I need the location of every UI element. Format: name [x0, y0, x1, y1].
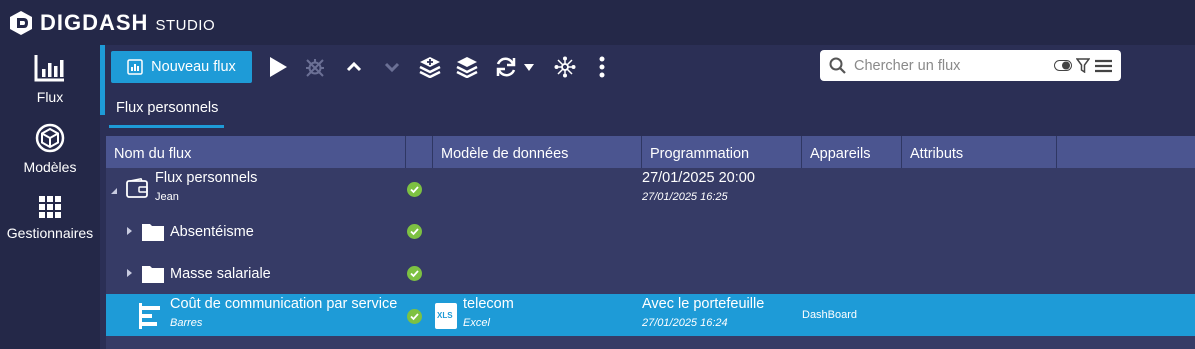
tab-active-indicator [109, 125, 224, 128]
folder-icon [142, 266, 164, 283]
column-header-schedule[interactable]: Programmation [642, 136, 802, 168]
chevron-up-icon[interactable] [342, 55, 366, 79]
nav-label-gestionnaires: Gestionnaires [6, 225, 94, 241]
menu-icon[interactable] [1095, 59, 1112, 73]
status-ok-icon [407, 309, 422, 324]
toolbar: Nouveau flux [106, 45, 1195, 90]
column-header-status[interactable] [406, 136, 433, 168]
refresh-icon[interactable] [494, 55, 518, 79]
search-icon [829, 57, 846, 74]
nav-item-flux[interactable]: Flux [0, 53, 100, 105]
new-flow-button[interactable]: Nouveau flux [111, 51, 252, 83]
flow-grid: Flux personnels Jean 27/01/2025 20:00 27… [106, 168, 1195, 349]
toggle-icon[interactable] [1054, 60, 1072, 71]
nav-item-gestionnaires[interactable]: Gestionnaires [0, 195, 100, 241]
row-schedule-date: 27/01/2025 16:24 [642, 317, 728, 329]
wallet-icon [126, 178, 148, 198]
chevron-down-icon[interactable] [380, 55, 404, 79]
bar-chart-horizontal-icon [139, 303, 160, 329]
grid-header: Nom du flux Modèle de données Programmat… [106, 136, 1195, 168]
search-input[interactable] [854, 56, 1044, 76]
network-icon[interactable] [553, 55, 577, 79]
nav-item-modeles[interactable]: Modèles [0, 123, 100, 175]
column-header-attributes[interactable]: Attributs [902, 136, 1057, 168]
more-vertical-icon[interactable] [590, 55, 614, 79]
collapsed-caret-icon[interactable] [127, 269, 132, 277]
bug-icon[interactable] [303, 55, 327, 79]
new-flow-label: Nouveau flux [151, 59, 236, 75]
status-ok-icon [407, 266, 422, 281]
left-nav: Flux Modèles Gestionnaires [0, 45, 100, 349]
table-row[interactable]: Flux personnels Jean 27/01/2025 20:00 27… [106, 168, 1195, 210]
bar-chart-icon [34, 55, 64, 82]
row-subtitle: Jean [155, 191, 179, 203]
layers-icon[interactable] [455, 55, 479, 79]
table-row[interactable]: Masse salariale [106, 252, 1195, 294]
column-header-name[interactable]: Nom du flux [106, 136, 406, 168]
table-row[interactable]: Absentéisme [106, 210, 1195, 252]
nav-label-modeles: Modèles [23, 159, 77, 175]
row-name: Absentéisme [170, 224, 254, 240]
row-name: Coût de communication par service [170, 296, 398, 312]
layers-add-icon[interactable] [418, 55, 442, 79]
column-header-model[interactable]: Modèle de données [433, 136, 642, 168]
table-row-selected[interactable]: Coût de communication par service Barres… [106, 294, 1195, 336]
status-ok-icon [407, 224, 422, 239]
cube-icon [35, 123, 65, 153]
row-model: telecom [463, 296, 514, 312]
column-header-devices[interactable]: Appareils [802, 136, 902, 168]
xls-badge-label: XLS [437, 311, 453, 320]
tab-flux-personnels[interactable]: Flux personnels [110, 100, 224, 116]
app-logo-subtitle: STUDIO [155, 16, 216, 34]
chart-doc-icon [127, 59, 143, 75]
grid-icon [39, 196, 61, 218]
top-bar: DIGDASH STUDIO [0, 0, 1195, 45]
play-icon[interactable] [266, 55, 290, 79]
row-name: Flux personnels [155, 170, 258, 186]
xls-file-icon: XLS [435, 303, 457, 329]
digdash-logo-icon [10, 10, 32, 35]
nav-label-flux: Flux [36, 89, 64, 105]
row-schedule: 27/01/2025 20:00 [642, 170, 755, 186]
filter-icon[interactable] [1076, 58, 1090, 73]
row-schedule: Avec le portefeuille [642, 296, 765, 312]
tab-row: Flux personnels [106, 90, 1195, 136]
expanded-caret-icon[interactable] [111, 188, 117, 194]
app-logo-text: DIGDASH [40, 9, 149, 35]
row-subtitle: Barres [170, 317, 203, 329]
dropdown-caret-icon[interactable] [522, 55, 536, 79]
row-name: Masse salariale [170, 266, 271, 282]
row-model-type: Excel [463, 317, 490, 329]
nav-active-indicator [100, 45, 105, 115]
row-devices: DashBoard [802, 309, 858, 321]
row-schedule-date: 27/01/2025 16:25 [642, 191, 728, 203]
folder-icon [142, 224, 164, 241]
search-box [820, 50, 1121, 81]
status-ok-icon [407, 182, 422, 197]
collapsed-caret-icon[interactable] [127, 227, 132, 235]
